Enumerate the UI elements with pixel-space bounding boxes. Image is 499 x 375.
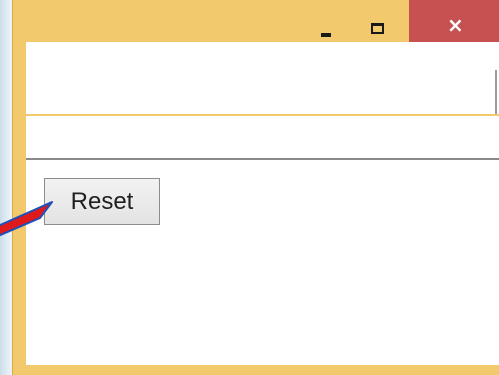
- pointer-arrow-icon: [0, 201, 53, 237]
- minimize-button[interactable]: [309, 0, 354, 42]
- close-button[interactable]: ×: [409, 0, 499, 42]
- top-panel: [26, 42, 499, 114]
- maximize-icon: [371, 23, 384, 34]
- minimize-icon: [321, 33, 331, 37]
- text-field-container: [26, 114, 499, 160]
- app-window: × Reset: [12, 0, 499, 375]
- panel-divider: [495, 70, 497, 114]
- desktop-background: [0, 0, 12, 375]
- pointer-arrow-shape: [0, 201, 53, 237]
- maximize-button[interactable]: [354, 0, 399, 42]
- close-icon: ×: [447, 13, 464, 37]
- client-area: Reset: [26, 42, 499, 365]
- text-input[interactable]: [44, 122, 480, 152]
- title-bar[interactable]: ×: [13, 0, 499, 42]
